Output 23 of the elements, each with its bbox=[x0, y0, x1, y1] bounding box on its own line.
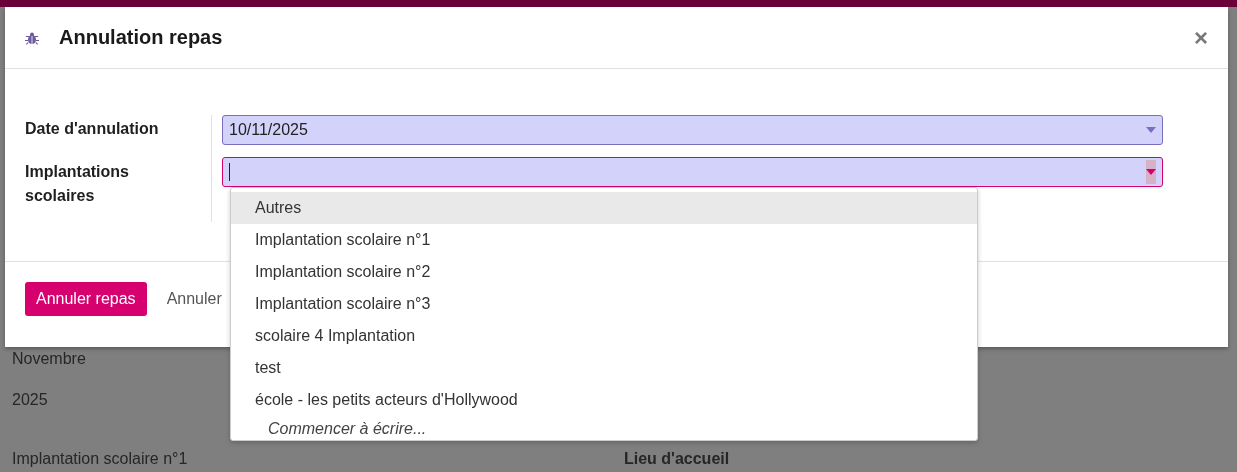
dropdown-option[interactable]: Implantation scolaire n°1 bbox=[231, 224, 977, 256]
field-label: Date d'annulation bbox=[25, 119, 160, 139]
select-field[interactable] bbox=[222, 157, 1163, 187]
dropdown-caret-icon[interactable] bbox=[1146, 127, 1156, 133]
column-header: Lieu d'accueil bbox=[624, 450, 730, 467]
dropdown-option[interactable]: scolaire 4 Implantation bbox=[231, 320, 977, 352]
dropdown-hint: Commencer à écrire... bbox=[267, 419, 428, 439]
cancel-button[interactable]: Annuler bbox=[166, 282, 222, 316]
confirm-button[interactable]: Annuler repas bbox=[25, 282, 147, 316]
dropdown-caret-icon[interactable] bbox=[1146, 169, 1156, 175]
dropdown-option[interactable]: test bbox=[231, 352, 977, 384]
dropdown-option[interactable]: Implantation scolaire n°2 bbox=[231, 256, 977, 288]
date-field[interactable]: 10/11/2025 bbox=[222, 115, 1163, 145]
year-label: 2025 bbox=[12, 391, 48, 409]
dialog-title: Annulation repas bbox=[59, 26, 224, 49]
dropdown-option[interactable]: Autres bbox=[231, 192, 977, 224]
school-name: Implantation scolaire n°1 bbox=[12, 450, 188, 467]
month-label: Novembre bbox=[12, 350, 86, 368]
dropdown-option[interactable]: Implantation scolaire n°3 bbox=[231, 288, 977, 320]
close-button[interactable]: × bbox=[1194, 25, 1208, 50]
field-label: Implantations scolaires bbox=[25, 162, 130, 206]
bug-icon[interactable] bbox=[25, 30, 39, 45]
dropdown-option[interactable]: école - les petits acteurs d'Hollywood bbox=[231, 384, 977, 416]
